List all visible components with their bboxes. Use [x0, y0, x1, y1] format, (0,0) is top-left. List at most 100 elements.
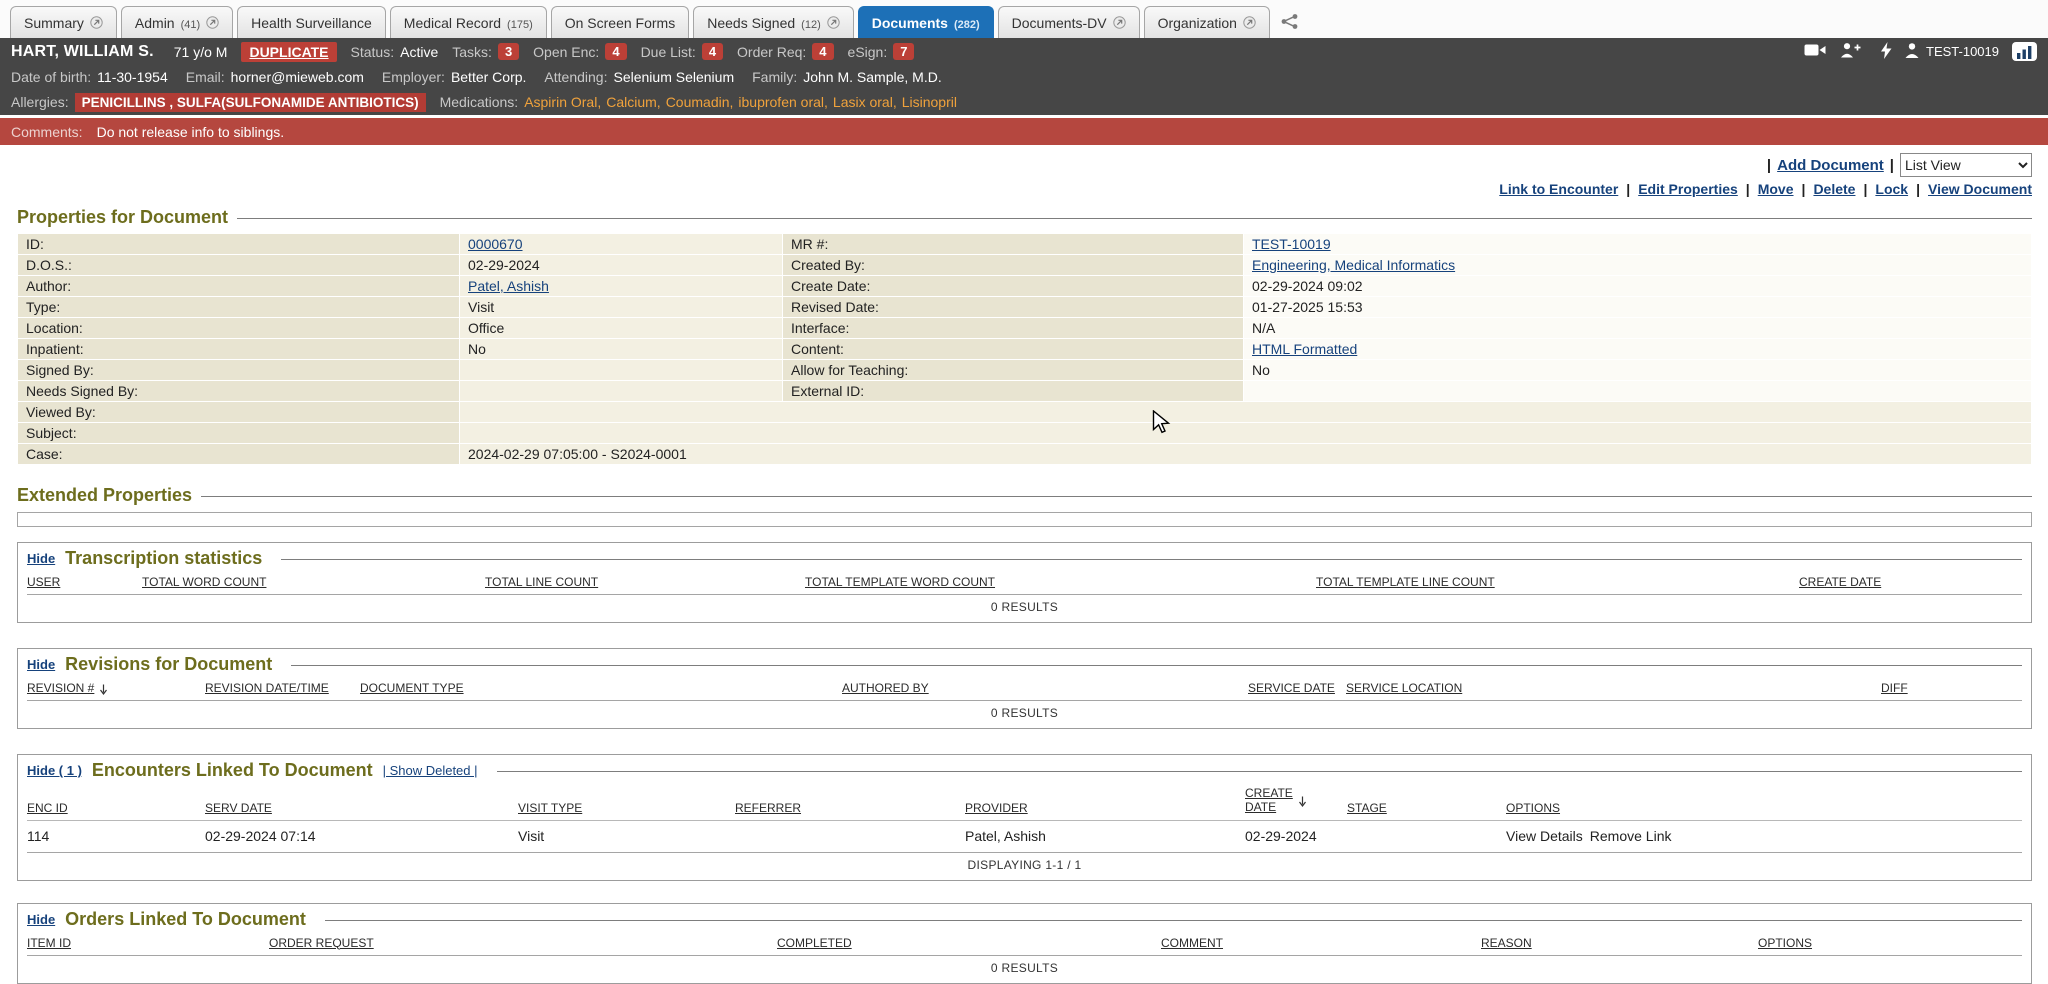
chart-icon[interactable] — [2012, 42, 2037, 61]
due-list-badge[interactable]: 4 — [702, 43, 723, 60]
allergy-list[interactable]: PENICILLINS , SULFA(SULFONAMIDE ANTIBIOT… — [75, 93, 426, 112]
lock-link[interactable]: Lock — [1875, 181, 1908, 197]
referrer-cell — [735, 820, 965, 852]
col-header-visit-type[interactable]: VISIT TYPE — [518, 784, 735, 820]
popout-icon[interactable] — [90, 16, 103, 29]
col-header-provider[interactable]: PROVIDER — [965, 784, 1245, 820]
order-req-badge[interactable]: 4 — [812, 43, 833, 60]
email-value[interactable]: horner@mieweb.com — [231, 69, 364, 85]
empty-results-row: 0 RESULTS — [27, 955, 2022, 983]
col-header-item-id[interactable]: ITEM ID — [27, 933, 269, 956]
move-link[interactable]: Move — [1758, 181, 1794, 197]
medication-link[interactable]: Lasix oral, — [833, 94, 897, 110]
col-header-document-type[interactable]: DOCUMENT TYPE — [360, 678, 842, 701]
popout-icon[interactable] — [827, 16, 840, 29]
add-document-link[interactable]: Add Document — [1777, 157, 1884, 174]
enc-id-cell: 114 — [27, 820, 205, 852]
show-deleted-link[interactable]: | Show Deleted | — [383, 763, 478, 778]
col-header-total-template-line-count[interactable]: TOTAL TEMPLATE LINE COUNT — [1316, 572, 1799, 595]
medications-label: Medications: — [440, 94, 519, 110]
prop-label: Interface: — [783, 318, 1243, 338]
tab-health-surveillance[interactable]: Health Surveillance — [237, 6, 386, 38]
col-header-enc-id[interactable]: ENC ID — [27, 784, 205, 820]
col-header-order-request[interactable]: ORDER REQUEST — [269, 933, 777, 956]
orders-table: ITEM ID ORDER REQUEST COMPLETED COMMENT … — [27, 933, 2022, 983]
popout-icon[interactable] — [1243, 16, 1256, 29]
col-header-total-template-word-count[interactable]: TOTAL TEMPLATE WORD COUNT — [805, 572, 1316, 595]
col-header-completed[interactable]: COMPLETED — [777, 933, 1161, 956]
medication-link[interactable]: ibuprofen oral, — [738, 94, 828, 110]
view-select[interactable]: List View — [1900, 153, 2032, 177]
popout-icon[interactable] — [206, 16, 219, 29]
col-header-referrer[interactable]: REFERRER — [735, 784, 965, 820]
col-header-serv-date[interactable]: SERV DATE — [205, 784, 518, 820]
document-id-link[interactable]: 0000670 — [468, 236, 523, 252]
col-header-reason[interactable]: REASON — [1481, 933, 1758, 956]
hide-link[interactable]: Hide ( 1 ) — [27, 763, 82, 778]
dob-group: Date of birth: 11-30-1954 — [11, 69, 168, 85]
medication-link[interactable]: Aspirin Oral, — [524, 94, 601, 110]
medication-link[interactable]: Calcium, — [606, 94, 660, 110]
sort-icon[interactable] — [99, 684, 108, 695]
lightning-icon[interactable] — [1880, 42, 1892, 62]
medication-link[interactable]: Lisinopril — [902, 94, 957, 110]
tab-medical-record[interactable]: Medical Record (175) — [390, 6, 547, 38]
tab-summary[interactable]: Summary — [10, 6, 117, 38]
hide-link[interactable]: Hide — [27, 657, 55, 672]
extended-properties-collapsed-box[interactable] — [17, 512, 2032, 527]
col-header-authored-by[interactable]: AUTHORED BY — [842, 678, 1248, 701]
delete-link[interactable]: Delete — [1813, 181, 1855, 197]
open-enc-badge[interactable]: 4 — [605, 43, 626, 60]
view-details-link[interactable]: View Details — [1506, 828, 1583, 844]
esign-badge[interactable]: 7 — [893, 43, 914, 60]
tab-admin[interactable]: Admin (41) — [121, 6, 233, 38]
tab-on-screen-forms[interactable]: On Screen Forms — [551, 6, 689, 38]
col-header-diff[interactable]: DIFF — [1881, 678, 2022, 701]
prop-value: Visit — [460, 297, 782, 317]
separator: | — [1916, 181, 1920, 197]
popout-icon[interactable] — [1113, 16, 1126, 29]
separator: | — [1890, 157, 1894, 174]
col-header-revision-datetime[interactable]: REVISION DATE/TIME — [205, 678, 360, 701]
col-header-create-date[interactable]: CREATEDATE — [1245, 784, 1347, 820]
col-header-options[interactable]: OPTIONS — [1758, 933, 2022, 956]
content-format-link[interactable]: HTML Formatted — [1252, 341, 1357, 357]
view-document-link[interactable]: View Document — [1928, 181, 2032, 197]
col-header-stage[interactable]: STAGE — [1347, 784, 1506, 820]
medication-link[interactable]: Coumadin, — [666, 94, 734, 110]
tab-documents-dv[interactable]: Documents-DV — [998, 6, 1140, 38]
col-header-service-location[interactable]: SERVICE LOCATION — [1346, 678, 1881, 701]
share-icon[interactable] — [1280, 13, 1300, 30]
tab-documents[interactable]: Documents (282) — [858, 6, 994, 38]
tasks-badge[interactable]: 3 — [498, 43, 519, 60]
col-header-user[interactable]: USER — [27, 572, 142, 595]
mr-number-link[interactable]: TEST-10019 — [1252, 236, 1331, 252]
remove-link-link[interactable]: Remove Link — [1590, 828, 1672, 844]
col-header-options[interactable]: OPTIONS — [1506, 784, 2022, 820]
video-camera-icon[interactable] — [1804, 43, 1826, 60]
link-to-encounter-link[interactable]: Link to Encounter — [1499, 181, 1618, 197]
col-header-comment[interactable]: COMMENT — [1161, 933, 1481, 956]
author-link[interactable]: Patel, Ashish — [468, 278, 549, 294]
tab-bar: Summary Admin (41) Health Surveillance M… — [0, 0, 2048, 38]
created-by-link[interactable]: Engineering, Medical Informatics — [1252, 257, 1455, 273]
divider — [281, 559, 2022, 560]
prop-label: Inpatient: — [18, 339, 459, 359]
hide-link[interactable]: Hide — [27, 912, 55, 927]
col-header-total-line-count[interactable]: TOTAL LINE COUNT — [485, 572, 805, 595]
sort-icon[interactable] — [1298, 796, 1307, 807]
duplicate-flag[interactable]: DUPLICATE — [241, 42, 336, 62]
tab-needs-signed[interactable]: Needs Signed (12) — [693, 6, 854, 38]
tab-organization[interactable]: Organization — [1144, 6, 1270, 38]
edit-properties-link[interactable]: Edit Properties — [1638, 181, 1738, 197]
col-header-total-word-count[interactable]: TOTAL WORD COUNT — [142, 572, 485, 595]
col-header-service-date[interactable]: SERVICE DATE — [1248, 678, 1346, 701]
col-header-create-date[interactable]: CREATE DATE — [1799, 572, 2022, 595]
user-id[interactable]: TEST-10019 — [1926, 44, 1999, 59]
allergies-group: Allergies: PENICILLINS , SULFA(SULFONAMI… — [11, 93, 426, 112]
section-title: Revisions for Document — [65, 654, 272, 675]
col-header-revision-number[interactable]: REVISION # — [27, 678, 205, 701]
add-user-icon[interactable] — [1839, 42, 1861, 61]
hide-link[interactable]: Hide — [27, 551, 55, 566]
patient-name[interactable]: HART, WILLIAM S. — [11, 43, 154, 61]
